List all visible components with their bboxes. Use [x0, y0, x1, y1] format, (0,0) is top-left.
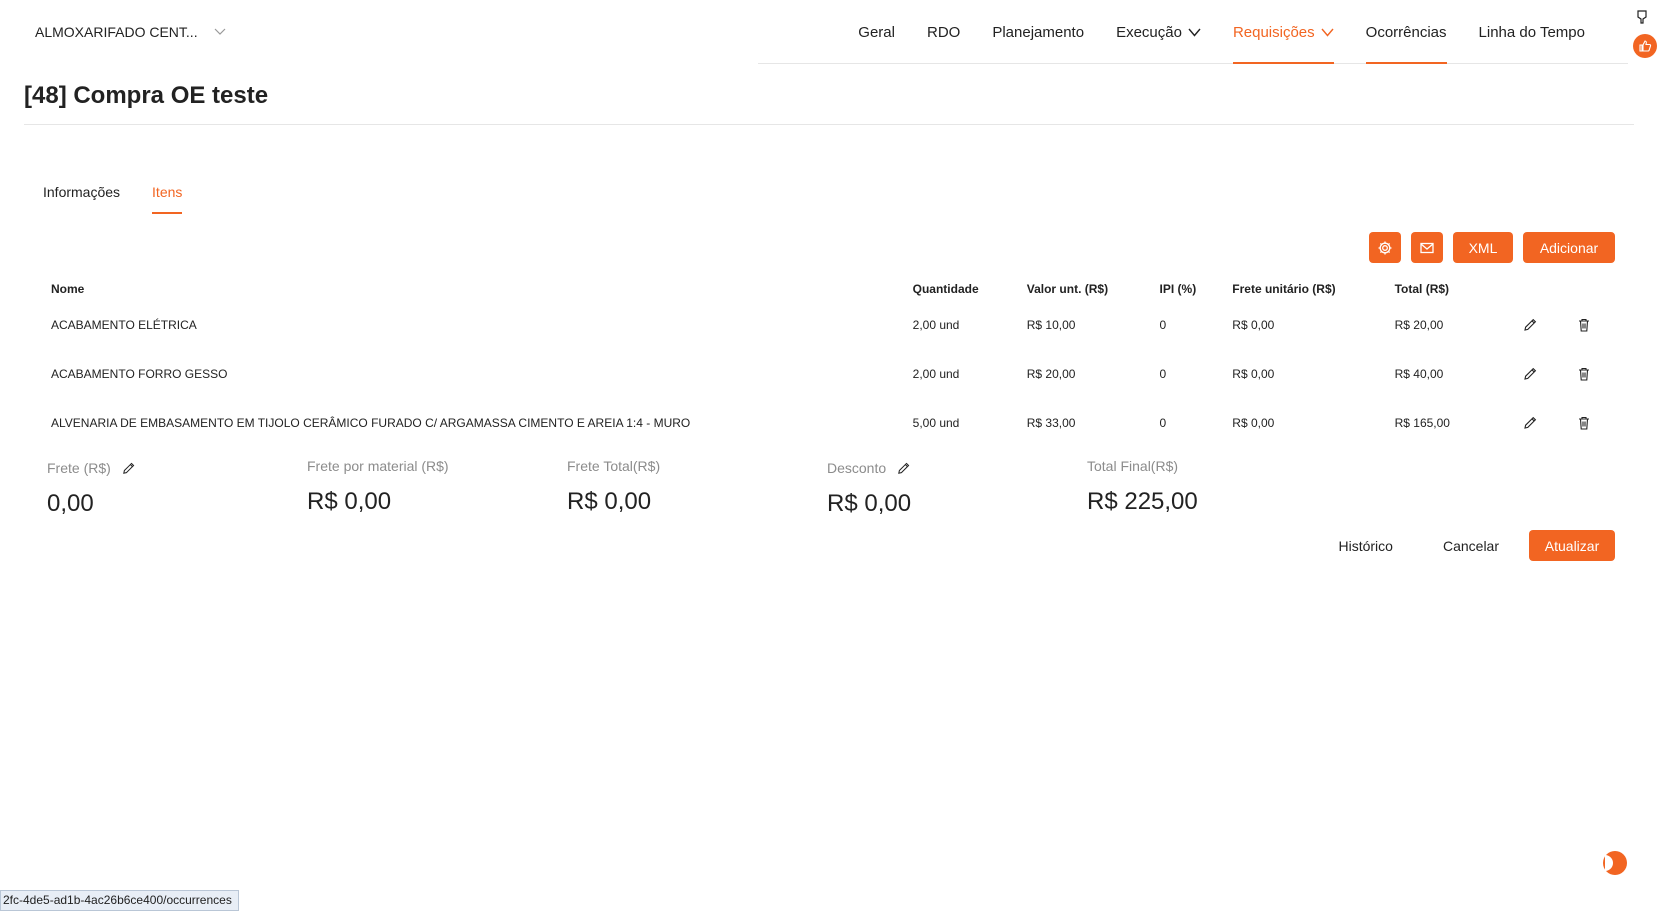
- total-final-block: Total Final(R$) R$ 225,00: [1087, 458, 1198, 516]
- edit-icon[interactable]: [896, 461, 911, 476]
- chevron-down-icon: [214, 28, 226, 35]
- cell-name: ALVENARIA DE EMBASAMENTO EM TIJOLO CERÂM…: [51, 415, 691, 430]
- discount-label: Desconto: [827, 460, 887, 476]
- total-final-label: Total Final(R$): [1087, 458, 1179, 474]
- nav-label: Requisições: [1232, 23, 1315, 41]
- nav-linha-do-tempo[interactable]: Linha do Tempo: [1463, 0, 1601, 64]
- nav-label: Ocorrências: [1365, 23, 1447, 41]
- freight-per-material-block: Frete por material (R$) R$ 0,00: [307, 458, 449, 516]
- items-toolbar: XML Adicionar: [1369, 232, 1615, 263]
- items-table: Nome Quantidade Valor unt. (R$) IPI (%) …: [51, 278, 1611, 447]
- nav-label: Planejamento: [992, 23, 1085, 41]
- cell-total: R$ 20,00: [1394, 317, 1444, 332]
- nav-rdo[interactable]: RDO: [911, 0, 976, 64]
- chevron-down-icon: [1321, 28, 1334, 37]
- mail-icon: [1420, 242, 1434, 253]
- freight-total-label: Frete Total(R$): [567, 458, 661, 474]
- table-header: Nome Quantidade Valor unt. (R$) IPI (%) …: [51, 278, 1611, 300]
- freight-block: Frete (R$) 0,00: [47, 460, 136, 518]
- cancel-button[interactable]: Cancelar: [1423, 530, 1519, 561]
- nav-label: Geral: [858, 23, 895, 41]
- nav-label: RDO: [926, 23, 961, 41]
- tab-itens[interactable]: Itens: [144, 180, 190, 214]
- history-button[interactable]: Histórico: [1319, 530, 1413, 561]
- nav-planejamento[interactable]: Planejamento: [976, 0, 1100, 64]
- header-unit-value: Valor unt. (R$): [1026, 282, 1109, 296]
- freight-label: Frete (R$): [47, 460, 111, 476]
- edit-icon[interactable]: [1522, 366, 1538, 382]
- nav-requisicoes[interactable]: Requisições: [1217, 0, 1350, 64]
- tab-informacoes[interactable]: Informações: [35, 180, 128, 214]
- cell-total: R$ 165,00: [1394, 415, 1450, 430]
- email-button[interactable]: [1411, 232, 1443, 263]
- table-row: ACABAMENTO FORRO GESSO 2,00 und R$ 20,00…: [51, 349, 1611, 398]
- cell-unit-value: R$ 33,00: [1026, 415, 1076, 430]
- title-divider: [24, 124, 1634, 125]
- header-ipi: IPI (%): [1159, 282, 1197, 296]
- top-bar: ALMOXARIFADO CENT... Geral RDO Planejame…: [0, 0, 1661, 64]
- totals-summary: Frete (R$) 0,00 Frete por material (R$) …: [47, 458, 1247, 530]
- nav-execucao[interactable]: Execução: [1100, 0, 1217, 64]
- page-title: [48] Compra OE teste: [24, 82, 269, 109]
- freight-per-material-label: Frete por material (R$): [307, 458, 449, 474]
- cell-name: ACABAMENTO ELÉTRICA: [51, 317, 197, 332]
- cell-total: R$ 40,00: [1394, 366, 1444, 381]
- cell-unit-value: R$ 20,00: [1026, 366, 1076, 381]
- browser-status-url: 2fc-4de5-ad1b-4ac26b6ce400/occurrences: [0, 890, 239, 911]
- cell-name: ACABAMENTO FORRO GESSO: [51, 366, 228, 381]
- header-unit-freight: Frete unitário (R$): [1232, 282, 1336, 296]
- cell-ipi: 0: [1159, 415, 1167, 430]
- add-item-button[interactable]: Adicionar: [1523, 232, 1615, 263]
- cell-qty: 2,00 und: [912, 317, 960, 332]
- tabs: Informações Itens: [35, 180, 206, 214]
- trash-icon[interactable]: [1576, 317, 1592, 333]
- nav-label: Linha do Tempo: [1478, 23, 1585, 41]
- header-name: Nome: [51, 282, 85, 296]
- xml-button[interactable]: XML: [1453, 232, 1513, 263]
- edit-icon[interactable]: [121, 461, 136, 476]
- freight-value: 0,00: [47, 490, 94, 517]
- feedback-button[interactable]: [1633, 34, 1657, 58]
- header-qty: Quantidade: [912, 282, 979, 296]
- thumbs-up-icon: [1639, 40, 1652, 52]
- chevron-down-icon: [1188, 28, 1201, 37]
- cell-unit-freight: R$ 0,00: [1232, 366, 1275, 381]
- project-selector[interactable]: ALMOXARIFADO CENT...: [35, 24, 226, 40]
- edit-icon[interactable]: [1522, 317, 1538, 333]
- nav-geral[interactable]: Geral: [842, 0, 911, 64]
- trash-icon[interactable]: [1576, 366, 1592, 382]
- help-chat-button[interactable]: [1603, 851, 1627, 875]
- cell-unit-value: R$ 10,00: [1026, 317, 1076, 332]
- table-row: ALVENARIA DE EMBASAMENTO EM TIJOLO CERÂM…: [51, 398, 1611, 447]
- gear-icon: [1378, 241, 1392, 254]
- project-name: ALMOXARIFADO CENT...: [35, 24, 198, 40]
- cell-ipi: 0: [1159, 366, 1167, 381]
- cell-unit-freight: R$ 0,00: [1232, 415, 1275, 430]
- edit-icon[interactable]: [1522, 415, 1538, 431]
- header-total: Total (R$): [1394, 282, 1450, 296]
- nav-label: Execução: [1116, 23, 1182, 41]
- nav-ocorrencias[interactable]: Ocorrências: [1350, 0, 1463, 64]
- cell-qty: 5,00 und: [912, 415, 960, 430]
- settings-button[interactable]: [1369, 232, 1401, 263]
- pin-icon[interactable]: [1635, 10, 1649, 24]
- freight-total-value: R$ 0,00: [567, 488, 652, 515]
- update-button[interactable]: Atualizar: [1529, 530, 1615, 561]
- cell-unit-freight: R$ 0,00: [1232, 317, 1275, 332]
- total-final-value: R$ 225,00: [1087, 488, 1198, 515]
- freight-total-block: Frete Total(R$) R$ 0,00: [567, 458, 660, 516]
- freight-per-material-value: R$ 0,00: [307, 488, 392, 515]
- cell-ipi: 0: [1159, 317, 1167, 332]
- discount-block: Desconto R$ 0,00: [827, 460, 911, 518]
- form-actions: Histórico Cancelar Atualizar: [1319, 530, 1615, 561]
- discount-value: R$ 0,00: [827, 490, 912, 517]
- cell-qty: 2,00 und: [912, 366, 960, 381]
- table-row: ACABAMENTO ELÉTRICA 2,00 und R$ 10,00 0 …: [51, 300, 1611, 349]
- trash-icon[interactable]: [1576, 415, 1592, 431]
- main-nav: Geral RDO Planejamento Execução Requisiç…: [842, 0, 1601, 64]
